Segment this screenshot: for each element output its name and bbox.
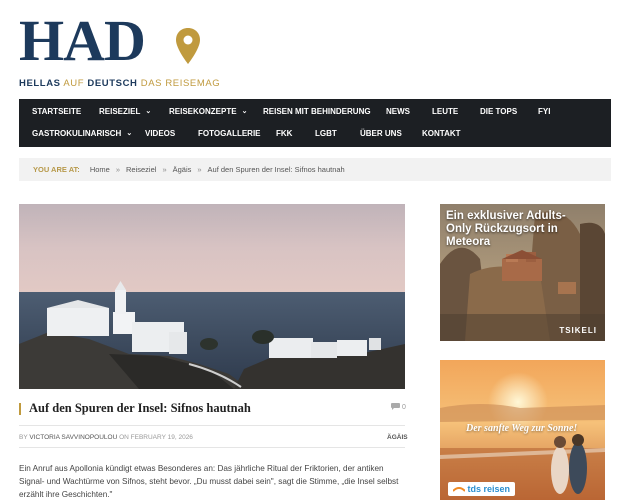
- breadcrumb-separator: »: [162, 165, 167, 174]
- tagline-auf: AUF: [63, 78, 85, 89]
- nav-item-fotogallerie[interactable]: FOTOGALLERIE: [198, 129, 261, 138]
- article-author[interactable]: VICTORIA SAVVINOPOULOU: [29, 434, 117, 441]
- site-logo[interactable]: HAD HELLAS AUF DEUTSCH DAS REISEMAG: [19, 8, 220, 90]
- nav-item-kontakt[interactable]: KONTAKT: [422, 129, 461, 138]
- breadcrumb-item-reiseziel[interactable]: Reiseziel: [126, 165, 156, 174]
- breadcrumb-separator: »: [115, 165, 120, 174]
- ad-meteora-brand: TSIKELI: [559, 326, 597, 335]
- chevron-down-icon: ⌄: [241, 108, 248, 115]
- breadcrumb-label: YOU ARE AT:: [33, 165, 80, 174]
- breadcrumb-item-aegaeis[interactable]: Ägäis: [173, 165, 192, 174]
- tagline-reisemag: DAS REISEMAG: [140, 78, 221, 89]
- divider: [19, 425, 405, 426]
- breadcrumb: YOU ARE AT: Home » Reiseziel » Ägäis » A…: [19, 158, 611, 181]
- breadcrumb-item-home[interactable]: Home: [90, 165, 110, 174]
- location-pin-icon: [176, 28, 200, 64]
- comment-icon: [391, 403, 400, 410]
- meta-by: BY: [19, 434, 28, 441]
- ad-meteora-headline: Ein exklusiver Adults-Only Rückzugsort i…: [446, 210, 566, 248]
- article-title: Auf den Spuren der Insel: Sifnos hautnah: [29, 401, 251, 415]
- divider: [19, 447, 405, 448]
- logo-tagline: HELLAS AUF DEUTSCH DAS REISEMAG: [19, 78, 220, 89]
- nav-item-leute[interactable]: LEUTE: [432, 107, 458, 116]
- nav-item-reiseziel[interactable]: REISEZIEL ⌄: [99, 107, 151, 116]
- ad-tds-slogan: Der sanfte Weg zur Sonne!: [466, 423, 578, 434]
- nav-item-videos[interactable]: VIDEOS: [145, 129, 175, 138]
- ad-tds-brand: tds reisen: [467, 484, 511, 494]
- article-meta: BY VICTORIA SAVVINOPOULOU ON FEBRUARY 19…: [19, 434, 193, 441]
- logo-wordmark: HAD: [19, 8, 146, 73]
- main-navigation: STARTSEITE REISEZIEL ⌄ REISEKONZEPTE ⌄ REI…: [19, 99, 611, 147]
- ad-tds-logo: tds reisen: [448, 482, 516, 496]
- nav-item-fyi[interactable]: FYI: [538, 107, 550, 116]
- nav-item-die-tops[interactable]: DIE TOPS: [480, 107, 517, 116]
- sidebar-ad-tds-reisen[interactable]: Der sanfte Weg zur Sonne! tds reisen: [440, 360, 605, 500]
- comments-count[interactable]: 0: [391, 403, 406, 411]
- chevron-down-icon: ⌄: [145, 108, 152, 115]
- nav-item-reisekonzepte[interactable]: REISEKONZEPTE ⌄: [169, 107, 247, 116]
- nav-item-fkk[interactable]: FKK: [276, 129, 292, 138]
- tagline-hellas: HELLAS: [19, 78, 61, 89]
- meta-on: ON: [119, 434, 129, 441]
- tds-logo-icon: [452, 487, 466, 492]
- breadcrumb-item-current: Auf den Spuren der Insel: Sifnos hautnah: [207, 165, 345, 174]
- sidebar-ad-meteora[interactable]: Ein exklusiver Adults-Only Rückzugsort i…: [440, 204, 605, 341]
- nav-item-gastrokulinarisch[interactable]: GASTROKULINARISCH ⌄: [32, 129, 132, 138]
- tagline-deutsch: DEUTSCH: [87, 78, 138, 89]
- article-hero-image: [19, 204, 405, 389]
- nav-item-startseite[interactable]: STARTSEITE: [32, 107, 81, 116]
- nav-item-news[interactable]: NEWS: [386, 107, 410, 116]
- nav-item-lgbt[interactable]: LGBT: [315, 129, 337, 138]
- title-accent-bar: [19, 403, 21, 415]
- article-intro-paragraph: Ein Anruf aus Apollonia kündigt etwas Be…: [19, 464, 399, 499]
- chevron-down-icon: ⌄: [126, 130, 133, 137]
- nav-item-reisen-mit-behinderung[interactable]: REISEN MIT BEHINDERUNG: [263, 107, 371, 116]
- breadcrumb-separator: »: [197, 165, 202, 174]
- article-date: FEBRUARY 19, 2026: [130, 434, 193, 441]
- nav-item-ueber-uns[interactable]: ÜBER UNS: [360, 129, 402, 138]
- article-category[interactable]: ÄGÄIS: [387, 434, 408, 441]
- comments-number: 0: [402, 404, 406, 411]
